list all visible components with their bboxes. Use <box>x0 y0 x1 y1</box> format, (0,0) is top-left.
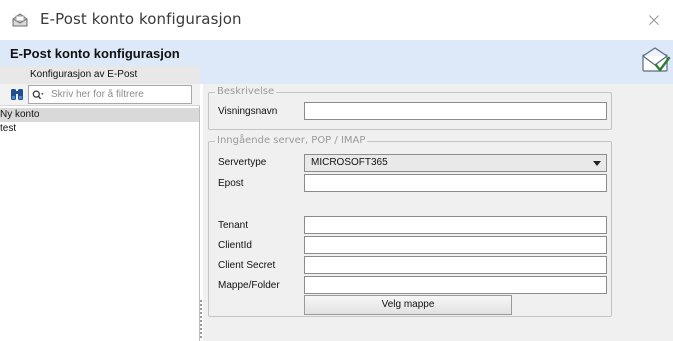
display-name-input[interactable] <box>304 102 607 120</box>
client-secret-label: Client Secret <box>218 260 276 271</box>
display-name-label: Visningsnavn <box>218 106 278 117</box>
tenant-input[interactable] <box>304 216 607 234</box>
envelope-check-icon <box>642 47 671 72</box>
filter-search-box[interactable] <box>28 85 192 104</box>
choose-folder-button[interactable]: Velg mappe <box>304 295 512 315</box>
header-band: E-Post konto konfigurasjon Konfigurasjon… <box>0 40 673 84</box>
server-type-label: Servertype <box>218 157 267 168</box>
window-title: E-Post konto konfigurasjon <box>40 10 242 28</box>
close-button[interactable]: × <box>641 8 667 32</box>
folder-input[interactable] <box>304 276 607 294</box>
account-list-pane: Ny konto test <box>0 84 200 341</box>
account-list: Ny konto test <box>0 108 199 136</box>
folder-label: Mappe/Folder <box>218 280 280 291</box>
server-type-select[interactable]: MICROSOFT365 <box>304 154 607 172</box>
filter-bar <box>0 84 200 106</box>
description-group: Beskrivelse Visningsnavn <box>208 86 612 130</box>
tenant-label: Tenant <box>218 220 249 231</box>
incoming-server-legend: Inngående server, POP / IMAP <box>215 135 368 147</box>
window-titlebar: E-Post konto konfigurasjon × <box>0 0 673 40</box>
client-secret-input[interactable] <box>304 256 607 274</box>
search-icon[interactable] <box>32 89 44 101</box>
email-label: Epost <box>218 178 244 189</box>
app-email-icon <box>12 13 28 27</box>
account-item-test[interactable]: test <box>0 122 199 136</box>
client-id-input[interactable] <box>304 236 607 254</box>
chevron-down-icon <box>593 161 601 166</box>
description-legend: Beskrivelse <box>215 86 277 98</box>
server-type-value: MICROSOFT365 <box>311 157 388 168</box>
account-item-ny-konto[interactable]: Ny konto <box>0 108 199 122</box>
incoming-server-group: Inngående server, POP / IMAP Servertype … <box>208 135 612 317</box>
page-title: E-Post konto konfigurasjon <box>10 46 180 61</box>
filter-input[interactable] <box>51 87 189 102</box>
email-input[interactable] <box>304 174 607 192</box>
page-subtitle: Konfigurasjon av E-Post <box>0 66 200 84</box>
config-form-pane: Beskrivelse Visningsnavn Inngående serve… <box>203 84 673 341</box>
binoculars-icon[interactable] <box>10 87 24 101</box>
close-icon: × <box>646 9 662 31</box>
client-id-label: ClientId <box>218 240 252 251</box>
